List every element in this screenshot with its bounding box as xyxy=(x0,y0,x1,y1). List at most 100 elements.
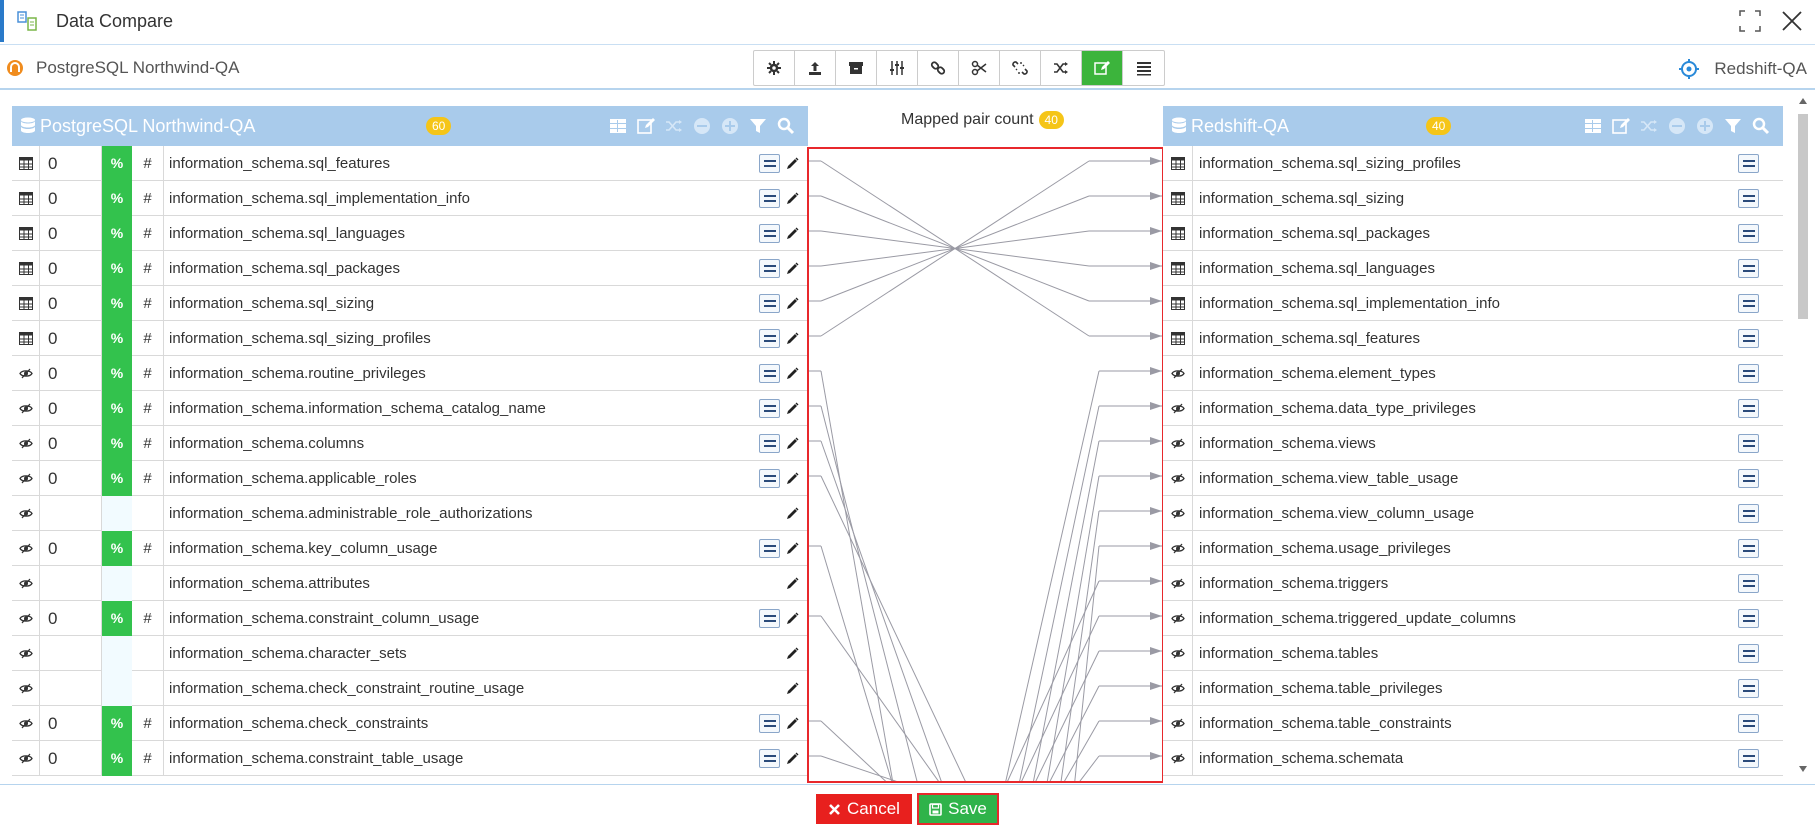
target-object-row[interactable]: information_schema.schemata xyxy=(1163,740,1783,776)
target-object-row[interactable]: information_schema.data_type_privileges xyxy=(1163,390,1783,426)
compare-button[interactable] xyxy=(759,328,780,348)
compare-button[interactable] xyxy=(759,188,780,208)
edit-row-button[interactable] xyxy=(784,505,800,521)
target-object-row[interactable]: information_schema.triggered_update_colu… xyxy=(1163,600,1783,636)
source-object-row[interactable]: 0% # information_schema.sql_features xyxy=(12,145,808,181)
mapping-line[interactable] xyxy=(820,370,894,781)
source-object-row[interactable]: 0% # information_schema.sql_packages xyxy=(12,250,808,286)
mapping-line[interactable] xyxy=(1060,510,1100,781)
percent-badge[interactable]: % xyxy=(102,705,132,741)
source-object-row[interactable]: information_schema.check_constraint_rout… xyxy=(12,670,808,706)
compare-button[interactable] xyxy=(759,363,780,383)
compare-button[interactable] xyxy=(1738,223,1759,243)
scrollbar-thumb[interactable] xyxy=(1798,114,1808,319)
compare-button[interactable] xyxy=(1738,468,1759,488)
compare-button[interactable] xyxy=(759,153,780,173)
compare-button[interactable] xyxy=(759,398,780,418)
scroll-up-arrow[interactable] xyxy=(1799,98,1807,104)
mapping-line[interactable] xyxy=(1032,650,1100,781)
percent-badge[interactable]: % xyxy=(102,390,132,426)
mapping-line[interactable] xyxy=(1032,440,1100,781)
percent-badge[interactable]: % xyxy=(102,320,132,356)
edit-row-button[interactable] xyxy=(784,260,800,276)
source-remove-button[interactable] xyxy=(688,116,716,136)
target-object-row[interactable]: information_schema.triggers xyxy=(1163,565,1783,601)
source-shuffle-button[interactable] xyxy=(660,116,688,136)
compare-button[interactable] xyxy=(1738,363,1759,383)
edit-row-button[interactable] xyxy=(784,645,800,661)
compare-button[interactable] xyxy=(1738,188,1759,208)
compare-button[interactable] xyxy=(1738,678,1759,698)
vertical-scrollbar[interactable] xyxy=(1796,96,1810,778)
source-object-row[interactable]: 0% # information_schema.constraint_column_… xyxy=(12,600,808,636)
target-object-row[interactable]: information_schema.view_table_usage xyxy=(1163,460,1783,496)
target-object-row[interactable]: information_schema.sql_sizing_profiles xyxy=(1163,145,1783,181)
target-object-row[interactable]: information_schema.table_privileges xyxy=(1163,670,1783,706)
edit-row-button[interactable] xyxy=(784,155,800,171)
source-object-row[interactable]: 0% # information_schema.key_column_usage xyxy=(12,530,808,566)
edit-row-button[interactable] xyxy=(784,470,800,486)
sliders-button[interactable] xyxy=(877,51,918,85)
settings-button[interactable] xyxy=(754,51,795,85)
compare-button[interactable] xyxy=(1738,573,1759,593)
target-search-button[interactable] xyxy=(1747,116,1775,136)
percent-badge[interactable]: % xyxy=(102,425,132,461)
list-button[interactable] xyxy=(1123,51,1164,85)
compare-button[interactable] xyxy=(759,748,780,768)
edit-row-button[interactable] xyxy=(784,610,800,626)
edit-row-button[interactable] xyxy=(784,435,800,451)
target-shuffle-button[interactable] xyxy=(1635,116,1663,136)
source-object-row[interactable]: 0% # information_schema.sql_sizing xyxy=(12,285,808,321)
target-object-row[interactable]: information_schema.views xyxy=(1163,425,1783,461)
cancel-button[interactable]: Cancel xyxy=(816,794,912,824)
source-object-row[interactable]: 0% # information_schema.sql_implementation… xyxy=(12,180,808,216)
source-edit-button[interactable] xyxy=(632,116,660,136)
compare-button[interactable] xyxy=(759,223,780,243)
target-object-row[interactable]: information_schema.sql_features xyxy=(1163,320,1783,356)
compare-button[interactable] xyxy=(759,433,780,453)
unlink-button[interactable] xyxy=(1000,51,1041,85)
compare-button[interactable] xyxy=(1738,608,1759,628)
compare-button[interactable] xyxy=(1738,433,1759,453)
source-object-row[interactable]: information_schema.character_sets xyxy=(12,635,808,671)
compare-button[interactable] xyxy=(1738,293,1759,313)
target-filter-button[interactable] xyxy=(1719,116,1747,136)
mapping-line[interactable] xyxy=(1004,370,1100,781)
source-object-row[interactable]: 0% # information_schema.constraint_table_u… xyxy=(12,740,808,776)
percent-badge[interactable]: % xyxy=(102,215,132,251)
upload-button[interactable] xyxy=(795,51,836,85)
scroll-down-arrow[interactable] xyxy=(1799,766,1807,772)
target-object-row[interactable]: information_schema.sql_languages xyxy=(1163,250,1783,286)
source-object-row[interactable]: information_schema.attributes xyxy=(12,565,808,601)
percent-badge[interactable]: % xyxy=(102,180,132,216)
percent-badge[interactable]: % xyxy=(102,460,132,496)
mapping-line[interactable] xyxy=(820,440,944,781)
compare-button[interactable] xyxy=(1738,398,1759,418)
compare-button[interactable] xyxy=(759,608,780,628)
compare-button[interactable] xyxy=(1738,258,1759,278)
edit-mapping-button[interactable] xyxy=(1082,51,1123,85)
source-filter-button[interactable] xyxy=(744,116,772,136)
percent-badge[interactable]: % xyxy=(102,250,132,286)
mapping-line[interactable] xyxy=(820,475,969,781)
source-object-row[interactable]: 0% # information_schema.applicable_roles xyxy=(12,460,808,496)
save-button[interactable]: Save xyxy=(917,793,999,825)
mapping-canvas[interactable] xyxy=(807,147,1164,783)
target-object-row[interactable]: information_schema.sql_sizing xyxy=(1163,180,1783,216)
compare-button[interactable] xyxy=(1738,503,1759,523)
target-object-row[interactable]: information_schema.sql_implementation_in… xyxy=(1163,285,1783,321)
percent-badge[interactable] xyxy=(102,565,132,601)
target-add-button[interactable] xyxy=(1691,116,1719,136)
target-remove-button[interactable] xyxy=(1663,116,1691,136)
source-columns-button[interactable] xyxy=(604,116,632,136)
edit-row-button[interactable] xyxy=(784,190,800,206)
edit-row-button[interactable] xyxy=(784,365,800,381)
target-columns-button[interactable] xyxy=(1579,116,1607,136)
compare-button[interactable] xyxy=(1738,153,1759,173)
compare-button[interactable] xyxy=(759,468,780,488)
source-object-row[interactable]: information_schema.administrable_role_au… xyxy=(12,495,808,531)
edit-row-button[interactable] xyxy=(784,540,800,556)
archive-button[interactable] xyxy=(836,51,877,85)
compare-button[interactable] xyxy=(759,258,780,278)
source-object-row[interactable]: 0% # information_schema.check_constraints xyxy=(12,705,808,741)
